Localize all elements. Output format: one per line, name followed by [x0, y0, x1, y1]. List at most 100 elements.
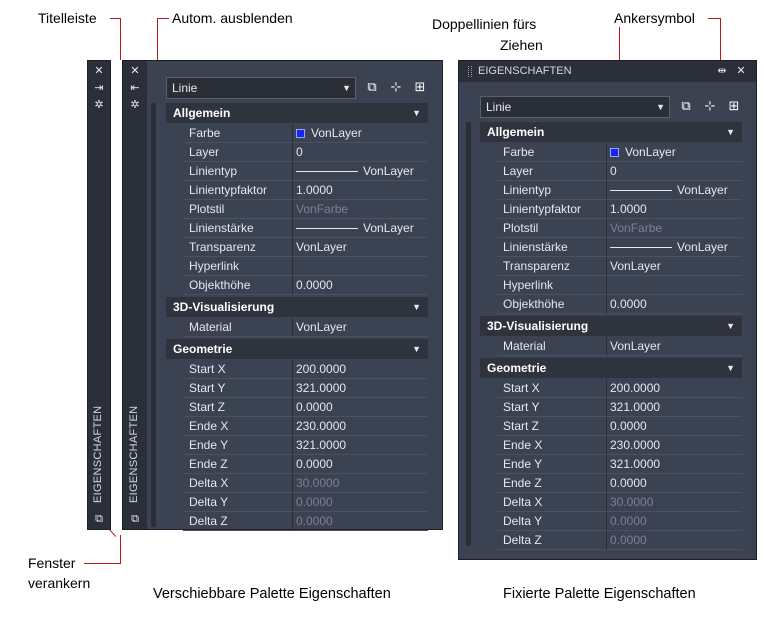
- property-row[interactable]: Delta X 30.0000: [497, 493, 742, 512]
- property-value[interactable]: 200.0000: [293, 360, 428, 379]
- property-value[interactable]: 321.0000: [607, 398, 742, 417]
- object-type-select[interactable]: Linie ▼: [166, 77, 356, 99]
- property-value[interactable]: 0.0000: [607, 417, 742, 436]
- property-row[interactable]: Ende Z 0.0000: [183, 455, 428, 474]
- property-value[interactable]: VonLayer: [607, 238, 742, 257]
- property-value[interactable]: VonLayer: [293, 162, 428, 181]
- property-value[interactable]: [607, 276, 742, 295]
- property-value[interactable]: 0.0000: [607, 295, 742, 314]
- property-row[interactable]: Delta Y 0.0000: [497, 512, 742, 531]
- property-value[interactable]: VonLayer: [607, 257, 742, 276]
- property-value[interactable]: VonLayer: [293, 219, 428, 238]
- property-row[interactable]: Linienstärke VonLayer: [497, 238, 742, 257]
- property-value[interactable]: 321.0000: [607, 455, 742, 474]
- category-header[interactable]: 3D-Visualisierung ▼: [480, 316, 742, 336]
- property-value[interactable]: 0.0000: [607, 512, 742, 531]
- property-row[interactable]: Ende Y 321.0000: [497, 455, 742, 474]
- property-row[interactable]: Linienstärke VonLayer: [183, 219, 428, 238]
- property-value[interactable]: [293, 257, 428, 276]
- property-value[interactable]: VonLayer: [293, 124, 428, 143]
- property-row[interactable]: Start Z 0.0000: [497, 417, 742, 436]
- close-icon[interactable]: ✕: [127, 64, 143, 78]
- collapsed-palette-bar[interactable]: ✕ ⇥ ✲ EIGENSCHAFTEN ⧉: [87, 60, 111, 530]
- property-row[interactable]: Objekthöhe 0.0000: [183, 276, 428, 295]
- autohide-icon[interactable]: ⇤: [127, 81, 143, 95]
- property-row[interactable]: Ende X 230.0000: [183, 417, 428, 436]
- property-row[interactable]: Ende Y 321.0000: [183, 436, 428, 455]
- property-row[interactable]: Delta Z 0.0000: [183, 512, 428, 531]
- property-row[interactable]: Start X 200.0000: [497, 379, 742, 398]
- property-row[interactable]: Start X 200.0000: [183, 360, 428, 379]
- property-row[interactable]: Linientyp VonLayer: [183, 162, 428, 181]
- property-value[interactable]: 321.0000: [293, 379, 428, 398]
- property-value[interactable]: 0: [293, 143, 428, 162]
- properties-settings-icon[interactable]: ✲: [127, 98, 143, 112]
- property-row[interactable]: Ende Z 0.0000: [497, 474, 742, 493]
- toggle-pickadd-icon[interactable]: ⊞: [725, 98, 743, 116]
- dock-window-icon[interactable]: ⧉: [127, 512, 143, 526]
- close-icon[interactable]: ✕: [91, 64, 107, 78]
- palette-titlebar[interactable]: EIGENSCHAFTEN ⇹ ✕: [459, 61, 756, 82]
- property-row[interactable]: Material VonLayer: [497, 337, 742, 356]
- property-row[interactable]: Linientyp VonLayer: [497, 181, 742, 200]
- category-header[interactable]: Allgemein ▼: [166, 103, 428, 123]
- select-objects-icon[interactable]: ⊹: [701, 98, 719, 116]
- property-row[interactable]: Hyperlink: [183, 257, 428, 276]
- property-row[interactable]: Farbe VonLayer: [497, 143, 742, 162]
- scrollbar[interactable]: [466, 122, 471, 546]
- property-value[interactable]: 0: [607, 162, 742, 181]
- property-row[interactable]: Linientypfaktor 1.0000: [497, 200, 742, 219]
- property-value[interactable]: VonFarbe: [293, 200, 428, 219]
- property-value[interactable]: 321.0000: [293, 436, 428, 455]
- property-row[interactable]: Ende X 230.0000: [497, 436, 742, 455]
- properties-settings-icon[interactable]: ✲: [91, 98, 107, 112]
- property-row[interactable]: Transparenz VonLayer: [183, 238, 428, 257]
- property-value[interactable]: 0.0000: [607, 531, 742, 550]
- property-value[interactable]: VonFarbe: [607, 219, 742, 238]
- chevron-down-icon[interactable]: ▼: [726, 316, 735, 336]
- property-value[interactable]: 0.0000: [293, 276, 428, 295]
- scrollbar[interactable]: [151, 103, 156, 527]
- property-value[interactable]: 1.0000: [607, 200, 742, 219]
- chevron-down-icon[interactable]: ▼: [412, 297, 421, 317]
- property-row[interactable]: Material VonLayer: [183, 318, 428, 337]
- chevron-down-icon[interactable]: ▼: [726, 122, 735, 142]
- toggle-pickadd-icon[interactable]: ⊞: [411, 79, 429, 97]
- drag-grip-icon[interactable]: [468, 66, 472, 77]
- palette-titlebar[interactable]: ✕ ⇤ ✲ EIGENSCHAFTEN ⧉: [123, 61, 147, 529]
- property-row[interactable]: Delta Y 0.0000: [183, 493, 428, 512]
- property-value[interactable]: 0.0000: [293, 398, 428, 417]
- chevron-down-icon[interactable]: ▼: [726, 358, 735, 378]
- chevron-down-icon[interactable]: ▼: [412, 339, 421, 359]
- property-row[interactable]: Layer 0: [497, 162, 742, 181]
- close-icon[interactable]: ✕: [733, 64, 749, 78]
- property-value[interactable]: VonLayer: [607, 337, 742, 356]
- anchor-icon[interactable]: ⇹: [714, 64, 730, 78]
- property-value[interactable]: 200.0000: [607, 379, 742, 398]
- category-header[interactable]: Geometrie ▼: [166, 339, 428, 359]
- select-objects-icon[interactable]: ⊹: [387, 79, 405, 97]
- category-header[interactable]: Allgemein ▼: [480, 122, 742, 142]
- category-header[interactable]: 3D-Visualisierung ▼: [166, 297, 428, 317]
- property-value[interactable]: 30.0000: [607, 493, 742, 512]
- property-row[interactable]: Objekthöhe 0.0000: [497, 295, 742, 314]
- quick-select-icon[interactable]: ⧉: [363, 79, 381, 97]
- property-row[interactable]: Start Z 0.0000: [183, 398, 428, 417]
- property-value[interactable]: 1.0000: [293, 181, 428, 200]
- chevron-down-icon[interactable]: ▼: [412, 103, 421, 123]
- property-row[interactable]: Plotstil VonFarbe: [497, 219, 742, 238]
- dock-window-icon[interactable]: ⧉: [91, 512, 107, 526]
- category-header[interactable]: Geometrie ▼: [480, 358, 742, 378]
- property-value[interactable]: 0.0000: [293, 512, 428, 531]
- property-row[interactable]: Start Y 321.0000: [183, 379, 428, 398]
- property-row[interactable]: Start Y 321.0000: [497, 398, 742, 417]
- property-row[interactable]: Layer 0: [183, 143, 428, 162]
- property-value[interactable]: 0.0000: [607, 474, 742, 493]
- property-value[interactable]: VonLayer: [607, 181, 742, 200]
- property-row[interactable]: Delta X 30.0000: [183, 474, 428, 493]
- property-row[interactable]: Linientypfaktor 1.0000: [183, 181, 428, 200]
- property-value[interactable]: 0.0000: [293, 455, 428, 474]
- quick-select-icon[interactable]: ⧉: [677, 98, 695, 116]
- palette-title-vertical[interactable]: EIGENSCHAFTEN: [92, 406, 104, 503]
- property-value[interactable]: 230.0000: [293, 417, 428, 436]
